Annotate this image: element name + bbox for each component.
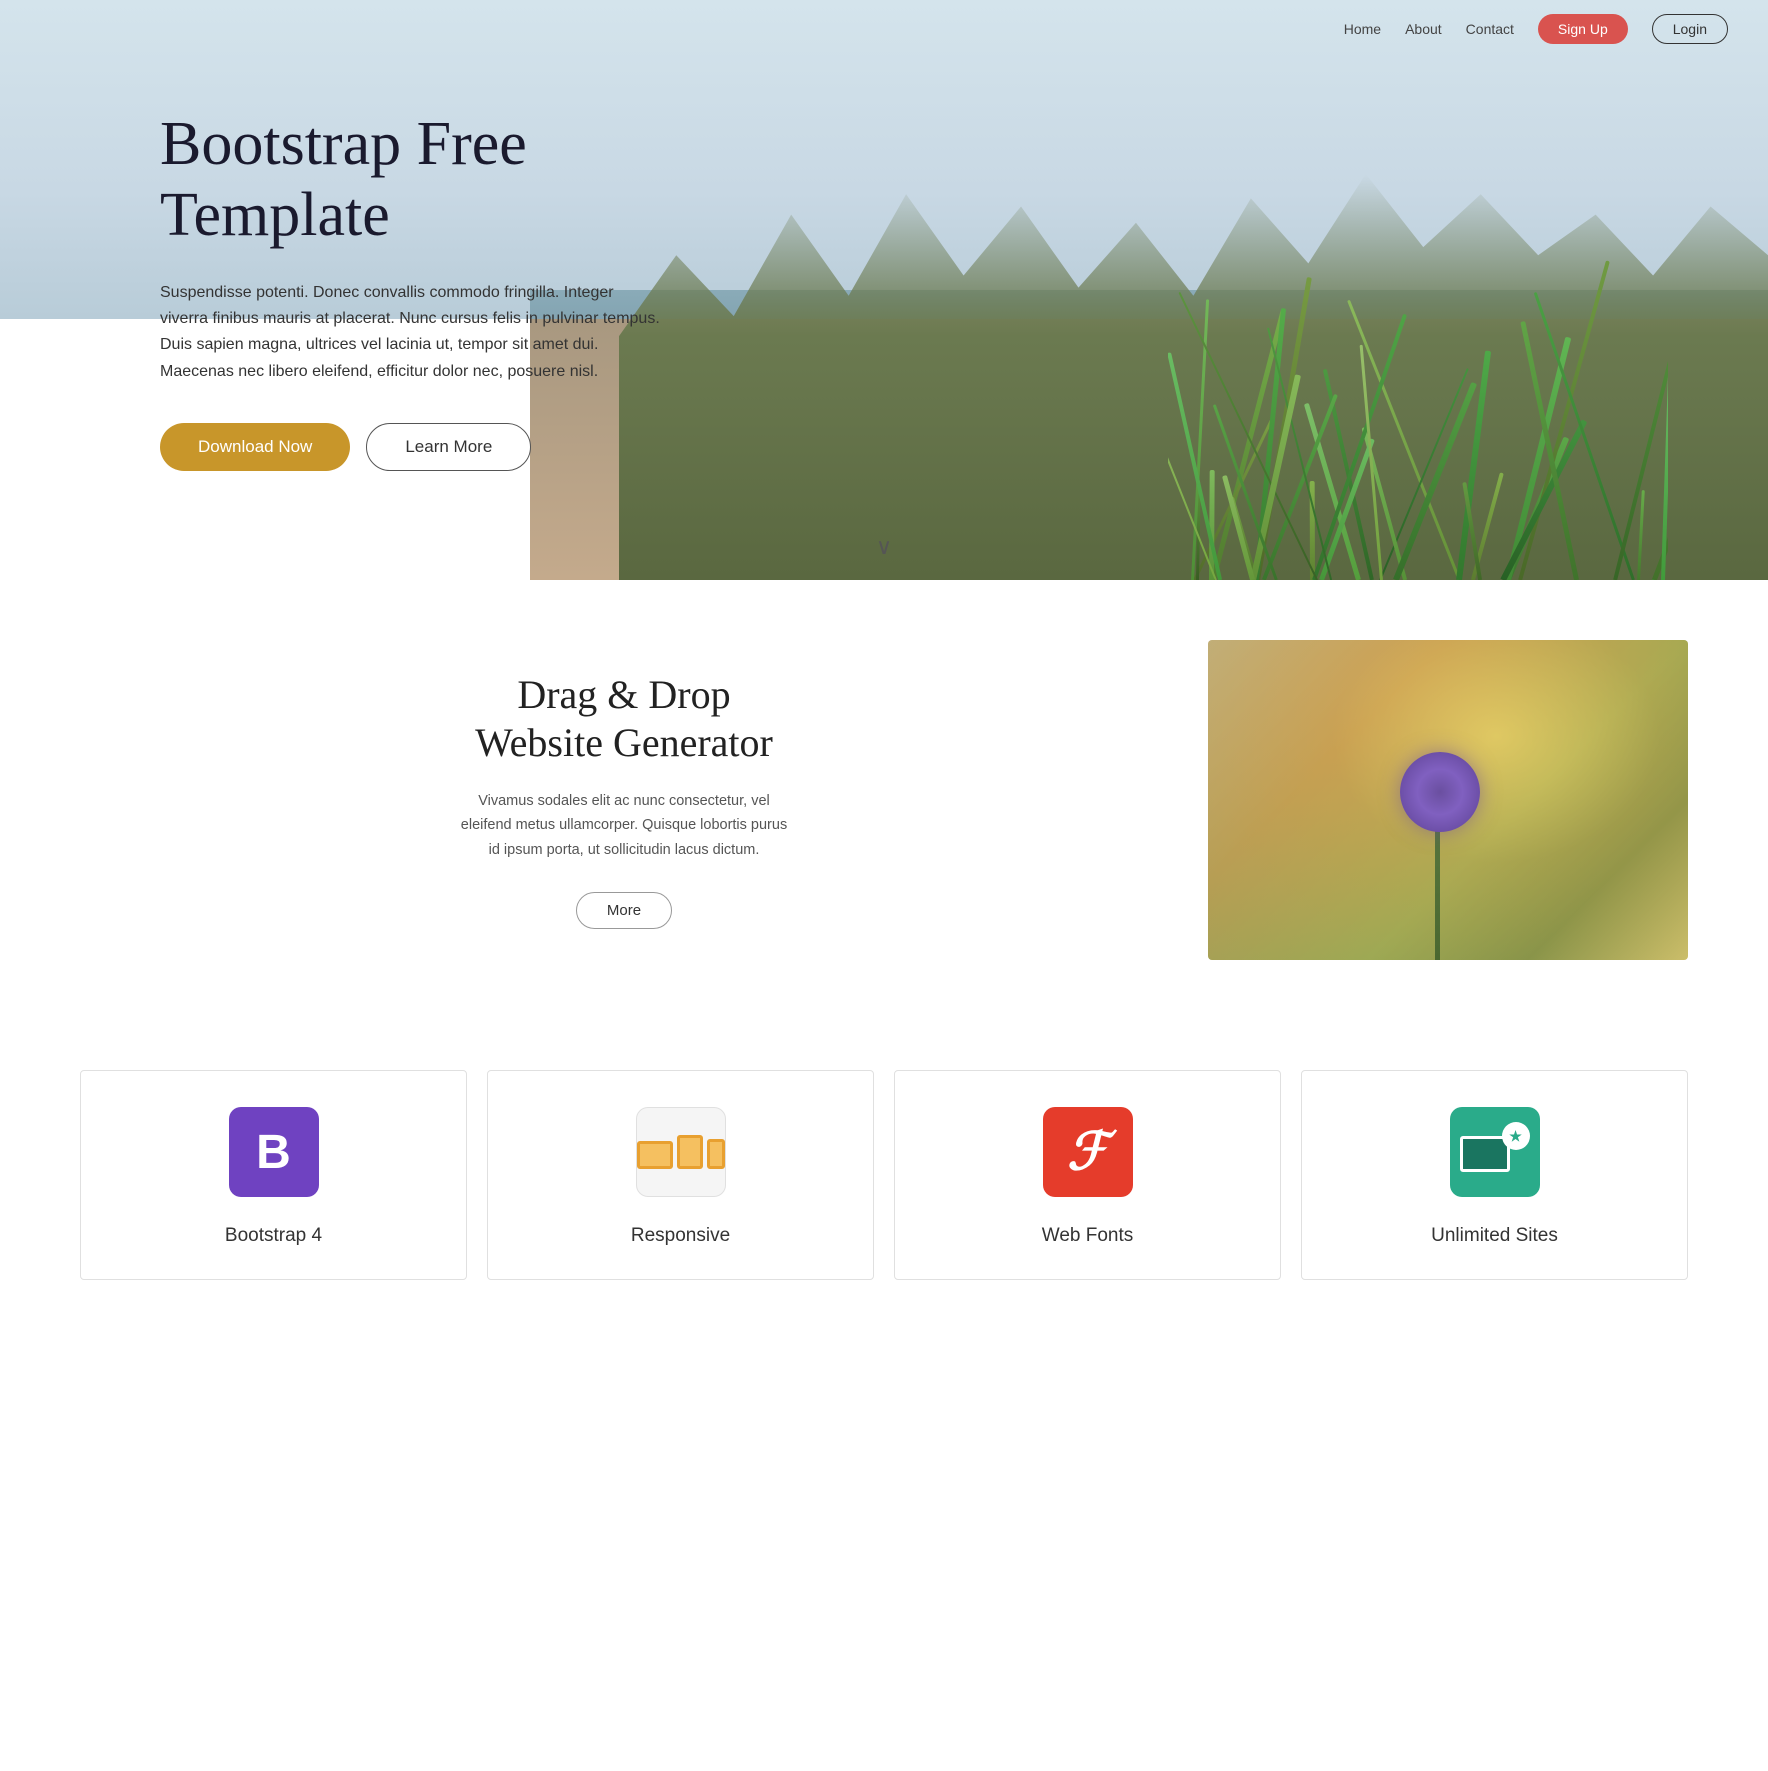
feature-card-unlimited: ★ Unlimited Sites <box>1301 1070 1688 1280</box>
unlimited-label: Unlimited Sites <box>1431 1225 1558 1247</box>
tablet-icon <box>677 1135 703 1169</box>
grass-blade <box>1637 490 1645 580</box>
nav-link-contact[interactable]: Contact <box>1466 21 1514 37</box>
dnd-description: Vivamus sodales elit ac nunc consectetur… <box>454 789 794 863</box>
unlimited-icon: ★ <box>1450 1107 1540 1197</box>
responsive-label: Responsive <box>631 1225 730 1247</box>
features-grid: B Bootstrap 4 Responsive ℱ Web Fonts <box>80 1070 1688 1280</box>
more-button[interactable]: More <box>576 892 672 929</box>
mobile-icon <box>707 1139 725 1169</box>
grass-overlay <box>1168 180 1668 580</box>
bootstrap-icon: B <box>229 1107 319 1197</box>
grass-blade <box>1379 368 1469 580</box>
bootstrap-label: Bootstrap 4 <box>225 1225 322 1247</box>
hero-section: Bootstrap Free Template Suspendisse pote… <box>0 0 1768 580</box>
unlimited-inner: ★ <box>1460 1122 1530 1182</box>
dnd-image <box>1208 640 1688 960</box>
signup-button[interactable]: Sign Up <box>1538 14 1628 44</box>
webfonts-icon: ℱ <box>1043 1107 1133 1197</box>
learn-more-button[interactable]: Learn More <box>366 423 531 471</box>
hero-buttons: Download Now Learn More <box>160 423 660 471</box>
nav-link-about[interactable]: About <box>1405 21 1442 37</box>
scroll-arrow[interactable]: ∨ <box>876 534 892 560</box>
hero-content: Bootstrap Free Template Suspendisse pote… <box>0 29 660 551</box>
nav-link-home[interactable]: Home <box>1344 21 1381 37</box>
dnd-text-block: Drag & DropWebsite Generator Vivamus sod… <box>80 640 1148 960</box>
responsive-icon <box>636 1107 726 1197</box>
features-section: B Bootstrap 4 Responsive ℱ Web Fonts <box>0 1020 1768 1330</box>
hero-subtitle: Suspendisse potenti. Donec convallis com… <box>160 280 660 386</box>
desktop-icon <box>637 1141 673 1169</box>
feature-card-bootstrap: B Bootstrap 4 <box>80 1070 467 1280</box>
monitor-screen <box>1463 1139 1507 1169</box>
hero-title: Bootstrap Free Template <box>160 109 660 252</box>
dnd-section: Drag & DropWebsite Generator Vivamus sod… <box>0 580 1768 1020</box>
flower-head <box>1400 752 1480 832</box>
feature-card-responsive: Responsive <box>487 1070 874 1280</box>
navbar: Home About Contact Sign Up Login <box>0 0 1768 58</box>
webfonts-label: Web Fonts <box>1042 1225 1134 1247</box>
star-badge: ★ <box>1502 1122 1530 1150</box>
download-now-button[interactable]: Download Now <box>160 423 350 471</box>
responsive-devices <box>637 1135 725 1169</box>
monitor-icon <box>1460 1136 1510 1172</box>
feature-card-webfonts: ℱ Web Fonts <box>894 1070 1281 1280</box>
login-button[interactable]: Login <box>1652 14 1728 44</box>
dnd-title: Drag & DropWebsite Generator <box>475 671 773 767</box>
